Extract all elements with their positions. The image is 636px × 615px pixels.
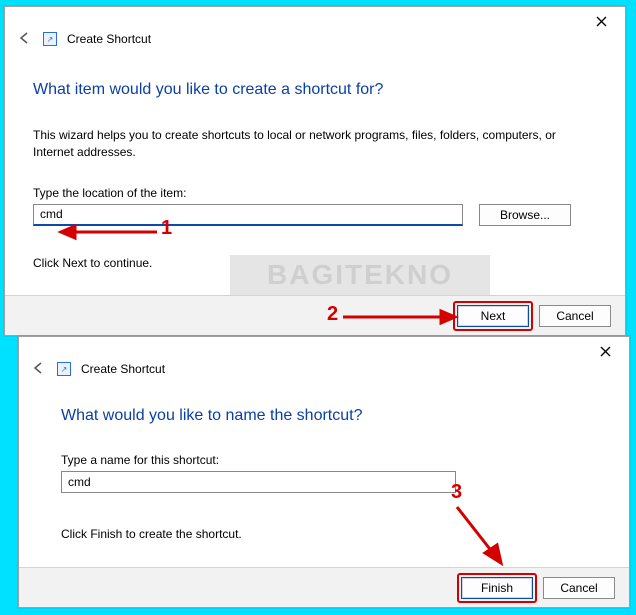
header-title: Create Shortcut [81, 362, 165, 376]
annotation-arrow-3 [449, 503, 509, 569]
wizard-window-step1: ↗ Create Shortcut What item would you li… [4, 6, 626, 336]
titlebar [5, 7, 625, 25]
page-heading: What item would you like to create a sho… [33, 81, 597, 99]
page-heading: What would you like to name the shortcut… [61, 407, 587, 425]
finish-button[interactable]: Finish [461, 577, 533, 599]
wizard-window-step2: ↗ Create Shortcut What would you like to… [18, 336, 630, 608]
header-row: ↗ Create Shortcut [5, 25, 625, 53]
next-button[interactable]: Next [457, 305, 529, 327]
annotation-arrow-2 [341, 307, 457, 327]
shortcut-arrow-icon: ↗ [43, 32, 57, 46]
location-label: Type the location of the item: [33, 186, 597, 200]
browse-button[interactable]: Browse... [479, 204, 571, 226]
name-label: Type a name for this shortcut: [61, 453, 587, 467]
back-arrow-icon[interactable] [31, 360, 47, 379]
description-text: This wizard helps you to create shortcut… [33, 127, 597, 162]
header-title: Create Shortcut [67, 32, 151, 46]
cancel-button[interactable]: Cancel [539, 305, 611, 327]
hint-text: Click Next to continue. [33, 256, 597, 270]
annotation-arrow-1 [59, 222, 159, 242]
footer: Finish Cancel [19, 567, 629, 607]
shortcut-arrow-icon: ↗ [57, 362, 71, 376]
titlebar [19, 337, 629, 355]
name-input[interactable] [61, 471, 456, 493]
header-row: ↗ Create Shortcut [19, 355, 629, 383]
back-arrow-icon[interactable] [17, 30, 33, 49]
footer: Next Cancel [5, 295, 625, 335]
cancel-button[interactable]: Cancel [543, 577, 615, 599]
